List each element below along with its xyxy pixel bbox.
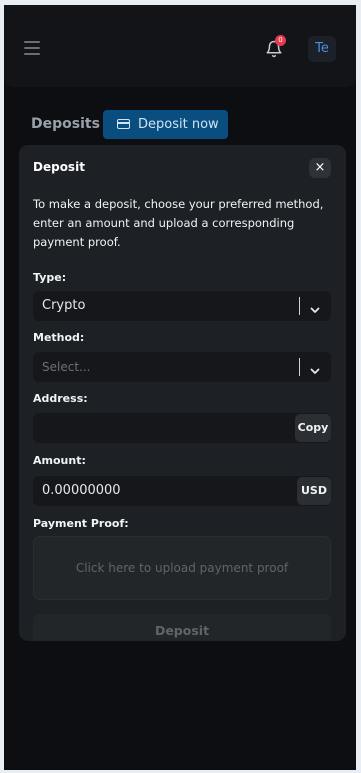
app-screen: 0 Te Deposits Deposit now Deposit × To m… [4,5,356,770]
credit-card-icon [117,119,130,129]
chevron-down-icon[interactable] [310,361,320,374]
deposit-now-label: Deposit now [138,117,219,132]
user-avatar[interactable]: Te [308,36,336,62]
chevron-down-icon[interactable] [310,300,320,313]
deposit-now-button[interactable]: Deposit now [103,110,228,139]
page-title: Deposits [31,116,100,132]
select-divider [299,358,300,376]
amount-input-value: 0.00000000 [42,483,121,498]
address-field[interactable] [33,413,331,443]
payment-proof-upload[interactable]: Click here to upload payment proof [33,536,331,600]
deposit-submit-button[interactable]: Deposit [33,614,331,641]
currency-button[interactable]: USD [297,477,331,505]
amount-field[interactable]: 0.00000000 [33,476,331,506]
hamburger-menu-icon[interactable] [24,41,40,55]
close-icon: × [314,160,326,175]
method-select[interactable]: Select... [33,352,331,382]
method-label: Method: [33,331,85,344]
deposit-instructions: To make a deposit, choose your preferred… [33,197,324,249]
notification-badge: 0 [275,35,286,46]
notifications-button[interactable]: 0 [265,35,286,61]
copy-address-button[interactable]: Copy [295,414,331,442]
select-divider [299,297,300,315]
address-label: Address: [33,392,88,405]
payment-proof-label: Payment Proof: [33,517,129,530]
close-button[interactable]: × [309,158,331,178]
amount-label: Amount: [33,454,86,467]
method-select-placeholder: Select... [42,360,91,374]
deposit-modal: Deposit × To make a deposit, choose your… [19,145,346,641]
modal-title: Deposit [33,160,85,174]
top-bar: 0 Te [4,5,356,87]
type-select[interactable]: Crypto [33,291,331,321]
type-select-value: Crypto [42,298,86,313]
type-label: Type: [33,271,67,284]
